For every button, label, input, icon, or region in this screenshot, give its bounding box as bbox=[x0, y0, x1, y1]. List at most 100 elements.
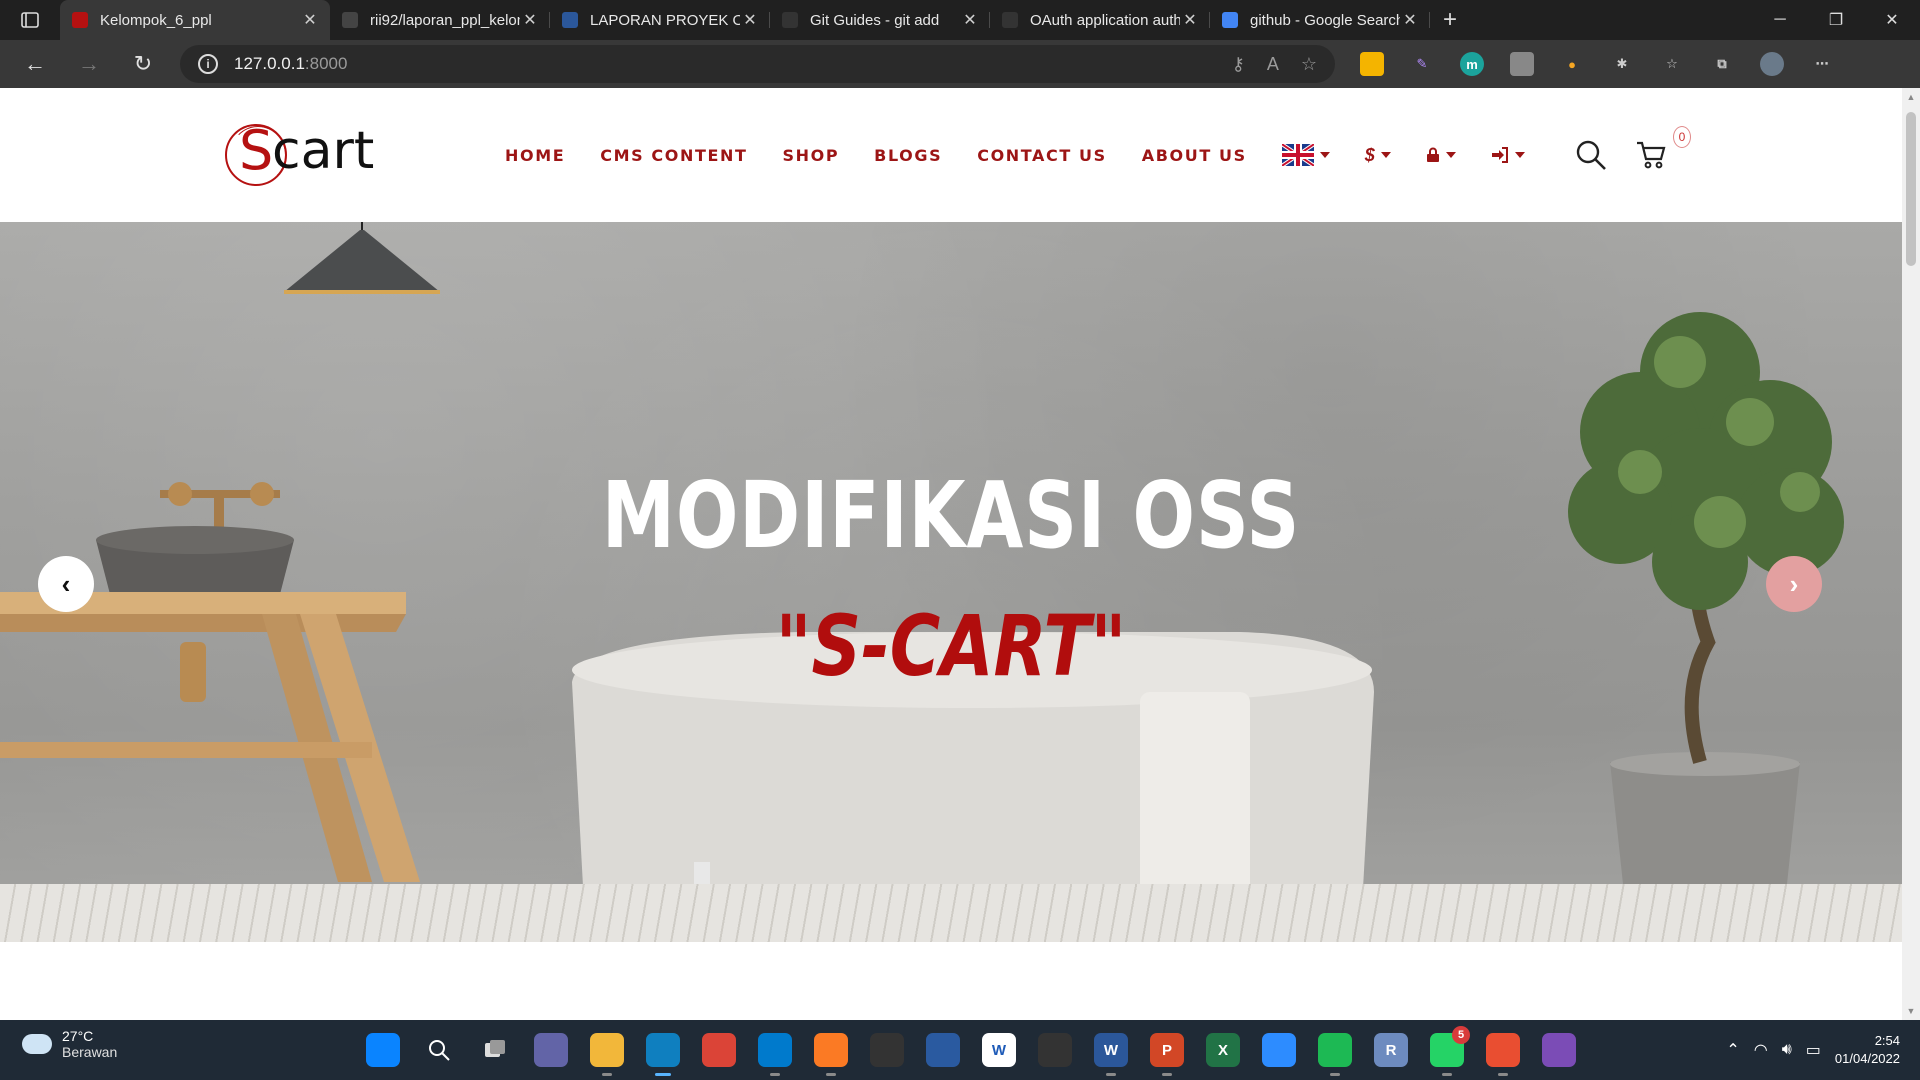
inkscape-taskbar-icon[interactable] bbox=[870, 1033, 904, 1067]
clock-time: 2:54 bbox=[1874, 1033, 1900, 1048]
address-bar[interactable]: i 127.0.0.1:8000 ⚷ A ☆ bbox=[180, 45, 1335, 83]
search-taskbar-icon[interactable] bbox=[422, 1033, 456, 1067]
nav-shop[interactable]: SHOP bbox=[783, 146, 840, 165]
extension-chat-icon[interactable] bbox=[1510, 52, 1534, 76]
refresh-button[interactable]: ↻ bbox=[116, 40, 170, 88]
browser-tab[interactable]: github - Google Search ✕ bbox=[1210, 0, 1430, 40]
vscode-taskbar-icon[interactable] bbox=[758, 1033, 792, 1076]
url-port: :8000 bbox=[304, 54, 348, 73]
logo-text: cart bbox=[272, 121, 375, 181]
wps-taskbar-icon[interactable]: W bbox=[982, 1033, 1016, 1067]
tab-title: LAPORAN PROYEK OSS KEL bbox=[590, 11, 740, 29]
browser-tab[interactable]: Kelompok_6_ppl ✕ bbox=[60, 0, 330, 40]
site-info-icon[interactable]: i bbox=[198, 54, 218, 74]
spotify-taskbar-icon[interactable] bbox=[1318, 1033, 1352, 1076]
refresh-icon: ↻ bbox=[133, 51, 153, 76]
slider-next-button[interactable]: › bbox=[1766, 556, 1822, 612]
chevron-down-icon bbox=[1514, 152, 1525, 158]
login-dropdown[interactable] bbox=[1491, 147, 1525, 163]
extension-m-icon[interactable]: m bbox=[1460, 52, 1484, 76]
collections-icon[interactable]: ⧉ bbox=[1710, 52, 1734, 76]
forward-button[interactable]: → bbox=[62, 40, 116, 88]
tab-favicon-icon bbox=[782, 12, 798, 28]
browser-tab[interactable]: rii92/laporan_ppl_kelompok✕ bbox=[330, 0, 550, 40]
extensions-puzzle-icon[interactable]: ✱ bbox=[1610, 52, 1634, 76]
minimize-button[interactable]: ─ bbox=[1752, 0, 1808, 40]
tab-title: github - Google Search bbox=[1250, 11, 1400, 29]
close-tab-icon[interactable]: ✕ bbox=[520, 10, 540, 30]
r-studio-taskbar-icon[interactable]: R bbox=[1374, 1033, 1408, 1067]
extension-fire-icon[interactable]: ● bbox=[1560, 52, 1584, 76]
new-tab-button[interactable]: + bbox=[1430, 6, 1470, 34]
more-menu-icon[interactable]: ⋯ bbox=[1810, 52, 1834, 76]
powerpoint-taskbar-icon[interactable]: P bbox=[1150, 1033, 1184, 1076]
tab-favicon-icon bbox=[1222, 12, 1238, 28]
file-explorer-taskbar-icon[interactable] bbox=[590, 1033, 624, 1076]
key-icon[interactable]: ⚷ bbox=[1232, 54, 1245, 75]
taskbar-apps: W W P X R 5 bbox=[366, 1020, 1576, 1080]
xampp-taskbar-icon[interactable] bbox=[814, 1033, 848, 1076]
scroll-up-icon[interactable]: ▲ bbox=[1902, 88, 1920, 106]
cart-icon[interactable] bbox=[1635, 139, 1667, 171]
search-icon[interactable] bbox=[1575, 139, 1607, 171]
git-gui-taskbar-icon[interactable] bbox=[1486, 1033, 1520, 1076]
address-bar-actions: ⚷ A ☆ bbox=[1232, 45, 1317, 83]
close-tab-icon[interactable]: ✕ bbox=[1180, 10, 1200, 30]
task-view-taskbar-icon[interactable] bbox=[478, 1033, 512, 1067]
zoom-taskbar-icon[interactable] bbox=[1262, 1033, 1296, 1067]
currency-symbol: $ bbox=[1364, 144, 1375, 165]
back-button[interactable]: ← bbox=[8, 40, 62, 88]
add-favorite-icon[interactable]: ☆ bbox=[1301, 54, 1317, 75]
close-tab-icon[interactable]: ✕ bbox=[300, 10, 320, 30]
browser-tab[interactable]: Git Guides - git add ✕ bbox=[770, 0, 990, 40]
browser-tab[interactable]: LAPORAN PROYEK OSS KEL✕ bbox=[550, 0, 770, 40]
nav-about-us[interactable]: ABOUT US bbox=[1142, 146, 1247, 165]
extension-bar: ✎ m ● ✱ ☆ ⧉ ⋯ bbox=[1360, 40, 1834, 88]
virtualbox-taskbar-icon[interactable] bbox=[926, 1033, 960, 1067]
chevron-right-icon: › bbox=[1789, 568, 1799, 599]
nav-blogs[interactable]: BLOGS bbox=[874, 146, 942, 165]
obs-taskbar-icon[interactable] bbox=[1038, 1033, 1072, 1067]
word-taskbar-icon[interactable]: W bbox=[1094, 1033, 1128, 1076]
whatsapp-taskbar-icon[interactable]: 5 bbox=[1430, 1026, 1470, 1076]
chevron-up-icon[interactable]: ⌃ bbox=[1726, 1040, 1739, 1060]
scrollbar-thumb[interactable] bbox=[1906, 112, 1916, 266]
extension-pen-icon[interactable]: ✎ bbox=[1410, 52, 1434, 76]
powerpoint-label: P bbox=[1161, 1041, 1172, 1059]
site-logo[interactable]: S cart bbox=[225, 119, 374, 186]
excel-taskbar-icon[interactable]: X bbox=[1206, 1033, 1240, 1067]
battery-icon[interactable]: ▭ bbox=[1806, 1040, 1821, 1060]
close-window-button[interactable]: ✕ bbox=[1864, 0, 1920, 40]
account-dropdown[interactable] bbox=[1426, 147, 1456, 163]
currency-dropdown[interactable]: $ bbox=[1365, 145, 1391, 166]
edge-taskbar-icon[interactable] bbox=[646, 1033, 680, 1076]
close-tab-icon[interactable]: ✕ bbox=[740, 10, 760, 30]
page-scrollbar[interactable]: ▲ ▼ bbox=[1902, 88, 1920, 1020]
nav-contact-us[interactable]: CONTACT US bbox=[977, 146, 1107, 165]
tab-actions-button[interactable] bbox=[0, 0, 60, 40]
scroll-down-icon[interactable]: ▼ bbox=[1902, 1002, 1920, 1020]
github-desktop-taskbar-icon[interactable] bbox=[1542, 1033, 1576, 1067]
close-tab-icon[interactable]: ✕ bbox=[960, 10, 980, 30]
chrome-taskbar-icon[interactable] bbox=[702, 1033, 736, 1067]
close-tab-icon[interactable]: ✕ bbox=[1400, 10, 1420, 30]
volume-icon[interactable]: 🔊︎ bbox=[1782, 1041, 1792, 1059]
slider-prev-button[interactable]: ‹ bbox=[38, 556, 94, 612]
header-icons bbox=[1575, 88, 1667, 222]
profile-avatar[interactable] bbox=[1760, 52, 1784, 76]
windows-start-taskbar-icon[interactable] bbox=[366, 1033, 400, 1067]
tab-title: rii92/laporan_ppl_kelompok bbox=[370, 11, 520, 29]
browser-tab[interactable]: OAuth application authoriz✕ bbox=[990, 0, 1210, 40]
system-clock[interactable]: 2:54 01/04/2022 bbox=[1835, 1032, 1900, 1068]
teams-chat-taskbar-icon[interactable] bbox=[534, 1033, 568, 1067]
wifi-icon[interactable]: ◠ bbox=[1754, 1040, 1768, 1060]
nav-home[interactable]: HOME bbox=[505, 146, 565, 165]
extension-color-icon[interactable] bbox=[1360, 52, 1384, 76]
read-aloud-icon[interactable]: A bbox=[1267, 54, 1279, 75]
language-dropdown[interactable] bbox=[1281, 144, 1330, 166]
restore-button[interactable]: ❐ bbox=[1808, 0, 1864, 40]
favorites-icon[interactable]: ☆ bbox=[1660, 52, 1684, 76]
hero-slider: MODIFIKASI OSS "S-CART" ‹ › bbox=[0, 222, 1902, 942]
weather-widget[interactable]: 27°C Berawan bbox=[22, 1028, 117, 1060]
nav-cms-content[interactable]: CMS CONTENT bbox=[600, 146, 747, 165]
